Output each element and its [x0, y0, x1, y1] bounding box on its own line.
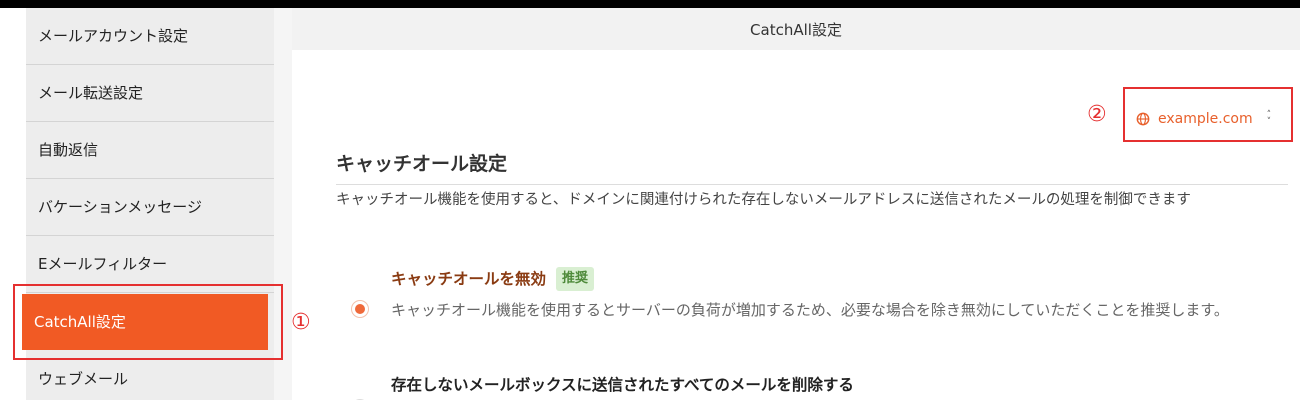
page-title: CatchAll設定	[750, 21, 842, 39]
annotation-box-1	[13, 284, 283, 360]
option-disable-catchall-description: キャッチオール機能を使用するとサーバーの負荷が増加するため、必要な場合を除き無効…	[391, 301, 1229, 319]
radio-disable-catchall[interactable]	[351, 300, 369, 318]
app-window: メールアカウント設定 メール転送設定 自動返信 バケーションメッセージ Eメール…	[0, 8, 1300, 400]
section-description: キャッチオール機能を使用すると、ドメインに関連付けられた存在しないメールアドレス…	[336, 192, 1191, 208]
annotation-marker-2: ②	[1087, 102, 1107, 127]
sidebar-item-mail-account[interactable]: メールアカウント設定	[26, 8, 274, 65]
annotation-marker-1: ①	[291, 310, 311, 335]
option-delete-all-mail[interactable]: 存在しないメールボックスに送信されたすべてのメールを削除する	[391, 373, 854, 395]
section-title: キャッチオール設定	[336, 153, 508, 175]
section-divider	[336, 184, 1288, 185]
page-header: CatchAll設定	[292, 8, 1300, 50]
option-disable-catchall-label: キャッチオールを無効	[391, 270, 547, 288]
option-disable-catchall[interactable]: キャッチオールを無効 推奨	[391, 266, 595, 292]
sidebar-item-vacation-message[interactable]: バケーションメッセージ	[26, 179, 274, 236]
annotation-box-2	[1123, 87, 1293, 142]
sidebar-item-auto-reply[interactable]: 自動返信	[26, 122, 274, 179]
sidebar-item-mail-forwarding[interactable]: メール転送設定	[26, 65, 274, 122]
recommended-badge: 推奨	[556, 266, 595, 291]
